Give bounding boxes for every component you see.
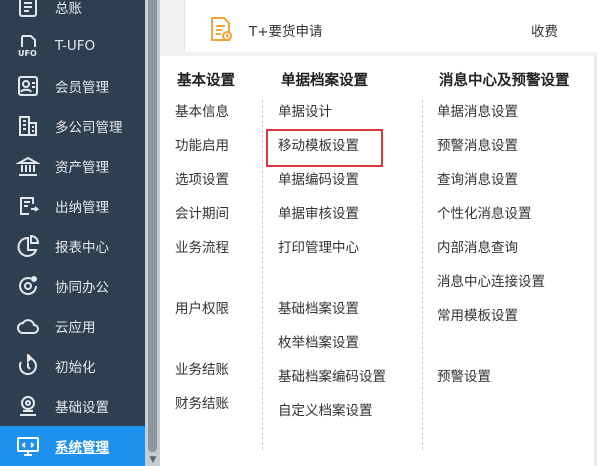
app-card[interactable]: T+要货申请 收费 xyxy=(184,0,597,52)
sidebar-item-label: 出纳管理 xyxy=(55,200,109,216)
basic-settings-icon xyxy=(16,394,40,418)
system-settings-icon xyxy=(16,434,40,458)
sidebar-item-asset-management[interactable]: 资产管理 xyxy=(0,146,145,186)
sidebar-item-label: 报表中心 xyxy=(55,240,109,256)
menu-link-document-numbering[interactable]: 单据编码设置 xyxy=(278,171,359,189)
sidebar-item-label: 系统管理 xyxy=(55,440,109,456)
sidebar-item-initialization[interactable]: 初始化 xyxy=(0,346,145,386)
menu-link-feature-enable[interactable]: 功能启用 xyxy=(175,137,229,155)
sidebar-scrollbar[interactable]: ▼ xyxy=(145,0,160,466)
menu-link-options[interactable]: 选项设置 xyxy=(175,171,229,189)
sidebar-item-cloud-apps[interactable]: 云应用 xyxy=(0,306,145,346)
column-divider xyxy=(422,100,423,450)
sidebar-item-label: 资产管理 xyxy=(55,160,109,176)
menu-link-alert-settings[interactable]: 预警设置 xyxy=(437,368,491,386)
menu-link-document-design[interactable]: 单据设计 xyxy=(278,103,332,121)
sidebar-item-label: 基础设置 xyxy=(55,400,109,416)
menu-link-alert-message-settings[interactable]: 预警消息设置 xyxy=(437,137,518,155)
cloud-icon xyxy=(16,314,40,338)
sidebar-item-collaboration[interactable]: 协同办公 xyxy=(0,266,145,306)
cashier-icon xyxy=(16,194,40,218)
sidebar-item-label: 总账 xyxy=(55,1,82,17)
ledger-icon xyxy=(16,0,40,19)
sidebar-item-label: 云应用 xyxy=(55,320,96,336)
sidebar-item-report-center[interactable]: 报表中心 xyxy=(0,226,145,266)
ufo-report-icon: UFO xyxy=(16,34,40,58)
sidebar-item-cashier-management[interactable]: 出纳管理 xyxy=(0,186,145,226)
sidebar-item-label: 协同办公 xyxy=(55,280,109,296)
menu-link-common-template-settings[interactable]: 常用模板设置 xyxy=(437,307,518,325)
sidebar-item-label: 初始化 xyxy=(55,360,96,376)
column-heading-basic-settings: 基本设置 xyxy=(177,73,235,89)
sidebar-item-label: 会员管理 xyxy=(55,80,109,96)
menu-link-basic-archive-settings[interactable]: 基础档案设置 xyxy=(278,300,359,318)
sidebar-item-system-management[interactable]: 系统管理 xyxy=(0,426,145,466)
menu-link-query-message-settings[interactable]: 查询消息设置 xyxy=(437,171,518,189)
building-icon xyxy=(16,114,40,138)
sidebar: 总账 UFO T-UFO 会员管理 多公司管理 资产管理 出纳管理 报表中心 协… xyxy=(0,0,145,466)
menu-link-document-message-settings[interactable]: 单据消息设置 xyxy=(437,103,518,121)
collaboration-icon xyxy=(16,274,40,298)
menu-link-user-permissions[interactable]: 用户权限 xyxy=(175,300,229,318)
column-heading-message-center: 消息中心及预警设置 xyxy=(439,73,570,89)
menu-link-enum-archive-settings[interactable]: 枚举档案设置 xyxy=(278,334,359,352)
refresh-icon xyxy=(16,354,40,378)
request-document-icon xyxy=(207,15,235,43)
app-card-strip: T+要货申请 收费 xyxy=(160,0,597,56)
column-heading-document-settings: 单据档案设置 xyxy=(281,73,368,89)
system-management-menu: 基本设置 单据档案设置 消息中心及预警设置 基本信息 功能启用 选项设置 会计期… xyxy=(160,56,597,466)
menu-link-business-process[interactable]: 业务流程 xyxy=(175,239,229,257)
app-card-title: T+要货申请 xyxy=(249,24,323,40)
sidebar-item-general-ledger[interactable]: 总账 xyxy=(0,0,145,27)
menu-link-print-center[interactable]: 打印管理中心 xyxy=(278,239,359,257)
bank-icon xyxy=(16,154,40,178)
svg-text:UFO: UFO xyxy=(18,49,37,58)
menu-link-financial-closing[interactable]: 财务结账 xyxy=(175,395,229,413)
menu-link-document-approval[interactable]: 单据审核设置 xyxy=(278,205,359,223)
sidebar-item-t-ufo[interactable]: UFO T-UFO xyxy=(0,26,145,66)
menu-link-basic-info[interactable]: 基本信息 xyxy=(175,103,229,121)
menu-link-personalized-message-settings[interactable]: 个性化消息设置 xyxy=(437,205,532,223)
member-card-icon xyxy=(16,74,40,98)
sidebar-item-basic-settings[interactable]: 基础设置 xyxy=(0,386,145,426)
menu-link-message-center-connection[interactable]: 消息中心连接设置 xyxy=(437,273,545,291)
menu-link-archive-numbering[interactable]: 基础档案编码设置 xyxy=(278,368,386,386)
app-card-charge-link[interactable]: 收费 xyxy=(531,20,558,40)
sidebar-item-multi-company[interactable]: 多公司管理 xyxy=(0,106,145,146)
menu-link-mobile-template-settings[interactable]: 移动模板设置 xyxy=(278,137,359,155)
column-divider xyxy=(262,100,263,450)
menu-link-business-closing[interactable]: 业务结账 xyxy=(175,361,229,379)
pie-chart-icon xyxy=(16,234,40,258)
sidebar-item-label: 多公司管理 xyxy=(55,120,123,136)
menu-link-accounting-period[interactable]: 会计期间 xyxy=(175,205,229,223)
menu-link-custom-archive-settings[interactable]: 自定义档案设置 xyxy=(278,402,373,420)
menu-link-internal-message-query[interactable]: 内部消息查询 xyxy=(437,239,518,257)
scrollbar-thumb[interactable] xyxy=(148,0,157,452)
sidebar-item-member-management[interactable]: 会员管理 xyxy=(0,66,145,106)
sidebar-item-label: T-UFO xyxy=(55,38,96,54)
scroll-down-arrow-icon[interactable]: ▼ xyxy=(148,455,158,465)
